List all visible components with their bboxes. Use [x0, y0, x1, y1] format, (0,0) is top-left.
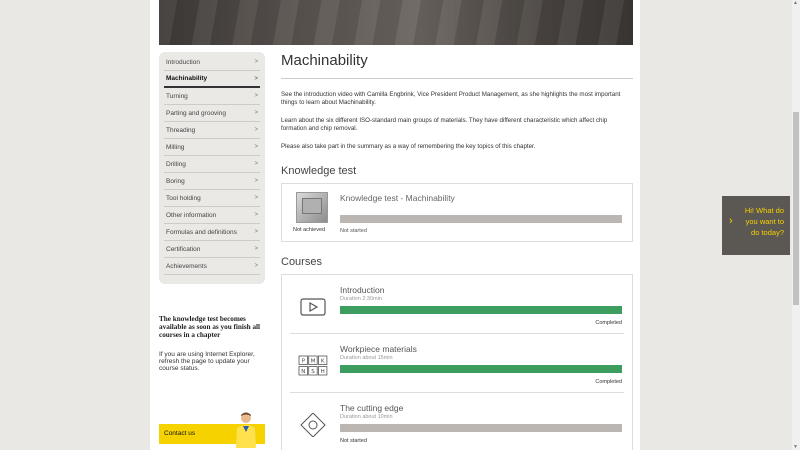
- chevron-right-icon: >: [254, 263, 258, 269]
- course-item[interactable]: Introduction Duration 2:30min Completed: [290, 275, 624, 334]
- play-icon: [300, 298, 326, 316]
- sidebar-item-tool-holding[interactable]: Tool holding >: [164, 190, 260, 207]
- knowledge-test-status: Not started: [340, 228, 367, 234]
- course-title[interactable]: The cutting edge: [340, 403, 403, 413]
- chevron-right-icon: >: [254, 144, 258, 150]
- courses-heading: Courses: [281, 256, 322, 268]
- intro-paragraph: Learn about the six different ISO-standa…: [281, 117, 608, 132]
- knowledge-test-heading: Knowledge test: [281, 165, 357, 177]
- sidebar-item-machinability[interactable]: Machinability >: [164, 71, 260, 88]
- course-status: Completed: [595, 320, 622, 326]
- course-title[interactable]: Workpiece materials: [340, 344, 417, 354]
- sidebar-item-label: Machinability: [166, 75, 208, 82]
- knowledge-test-progress-bar: [340, 215, 622, 223]
- course-duration: Duration about 10min: [340, 414, 393, 420]
- sidebar-item-label: Milling: [166, 143, 185, 151]
- help-assistant-button[interactable]: › Hi! What do you want to do today?: [722, 196, 790, 255]
- course-progress-bar: [340, 424, 622, 432]
- knowledge-test-title[interactable]: Knowledge test - Machinability: [340, 193, 455, 203]
- iso-letter: S: [311, 369, 315, 375]
- knowledge-test-note: The knowledge test becomes available as …: [159, 315, 261, 339]
- sidebar-item-label: Formulas and definitions: [166, 228, 237, 236]
- courses-list: Introduction Duration 2:30min Completed …: [281, 274, 633, 450]
- sidebar-item-formulas[interactable]: Formulas and definitions >: [164, 224, 260, 241]
- sidebar-item-drilling[interactable]: Drilling >: [164, 156, 260, 173]
- course-title[interactable]: Introduction: [340, 285, 384, 295]
- course-item[interactable]: P M K N S H Workpiece materials Duration…: [290, 334, 624, 393]
- iso-letter: H: [321, 369, 325, 375]
- sidebar-item-turning[interactable]: Turning >: [164, 88, 260, 105]
- iso-materials-icon: P M K N S H: [298, 355, 328, 376]
- course-status: Completed: [595, 379, 622, 385]
- sidebar-item-label: Other information: [166, 211, 217, 219]
- page-scrollbar[interactable]: ▲ ▼: [792, 0, 800, 450]
- cutting-edge-icon: [300, 413, 326, 437]
- chevron-right-icon: >: [254, 178, 258, 184]
- sidebar-item-introduction[interactable]: Introduction >: [164, 54, 260, 71]
- achievement-status: Not achieved: [293, 227, 326, 233]
- sidebar-item-certification[interactable]: Certification >: [164, 241, 260, 258]
- page-title: Machinability: [281, 48, 633, 79]
- sidebar-item-parting-grooving[interactable]: Parting and grooving >: [164, 105, 260, 122]
- course-item[interactable]: The cutting edge Duration about 10min No…: [290, 393, 624, 450]
- sidebar-item-label: Threading: [166, 126, 196, 134]
- sidebar-item-label: Drilling: [166, 160, 186, 168]
- sidebar-item-other-information[interactable]: Other information >: [164, 207, 260, 224]
- knowledge-test-card[interactable]: Not achieved Knowledge test - Machinabil…: [281, 183, 633, 242]
- sidebar-item-label: Boring: [166, 177, 185, 185]
- chevron-right-icon: >: [254, 161, 258, 167]
- course-progress-bar: [340, 365, 622, 373]
- sidebar-item-threading[interactable]: Threading >: [164, 122, 260, 139]
- chevron-right-icon: >: [254, 127, 258, 133]
- support-person-image: [236, 412, 256, 448]
- sidebar-item-milling[interactable]: Milling >: [164, 139, 260, 156]
- chevron-right-icon: >: [254, 93, 258, 99]
- knowledge-test-thumbnail: [296, 192, 328, 223]
- course-duration: Duration about 15min: [340, 355, 393, 361]
- course-duration: Duration 2:30min: [340, 296, 382, 302]
- iso-letter: P: [302, 358, 306, 364]
- sidebar-item-label: Tool holding: [166, 194, 201, 202]
- help-assistant-text: Hi! What do you want to do today?: [744, 206, 784, 237]
- intro-paragraph: See the introduction video with Camilla …: [281, 91, 621, 106]
- chevron-right-icon: >: [254, 212, 258, 218]
- chevron-right-icon: >: [254, 195, 258, 201]
- chevron-right-icon: >: [254, 110, 258, 116]
- contact-us-label: Contact us: [164, 430, 196, 437]
- chevron-right-icon: ›: [729, 215, 733, 227]
- sidebar-item-label: Achievements: [166, 262, 207, 270]
- hero-banner-image: [159, 0, 633, 45]
- sidebar-item-label: Parting and grooving: [166, 109, 226, 117]
- sidebar-item-label: Turning: [166, 92, 188, 100]
- sidebar-item-label: Introduction: [166, 58, 200, 66]
- intro-text: See the introduction video with Camilla …: [281, 91, 633, 151]
- course-progress-bar: [340, 306, 622, 314]
- course-status: Not started: [340, 438, 367, 444]
- iso-letter: N: [301, 369, 305, 375]
- chapter-sidebar: Introduction > Machinability > Turning > Pa…: [159, 52, 265, 284]
- page: Introduction > Machinability > Turning > Pa…: [150, 0, 640, 450]
- sidebar-item-achievements[interactable]: Achievements >: [164, 258, 260, 275]
- iso-letter: M: [311, 358, 316, 364]
- internet-explorer-note: If you are using Internet Explorer, refr…: [159, 351, 255, 373]
- scroll-down-icon[interactable]: ▼: [793, 444, 798, 450]
- chevron-right-icon: >: [254, 246, 258, 252]
- chevron-right-icon: >: [254, 229, 258, 235]
- chevron-right-icon: >: [254, 59, 258, 65]
- scrollbar-thumb[interactable]: [793, 112, 799, 305]
- intro-paragraph: Please also take part in the summary as …: [281, 143, 536, 150]
- iso-letter: K: [321, 358, 325, 364]
- chevron-right-icon: >: [254, 75, 258, 82]
- main-content: Machinability See the introduction video…: [281, 48, 633, 450]
- sidebar-item-label: Certification: [166, 245, 201, 253]
- contact-us-button[interactable]: Contact us: [159, 412, 265, 448]
- scroll-up-icon[interactable]: ▲: [793, 0, 798, 6]
- sidebar-item-boring[interactable]: Boring >: [164, 173, 260, 190]
